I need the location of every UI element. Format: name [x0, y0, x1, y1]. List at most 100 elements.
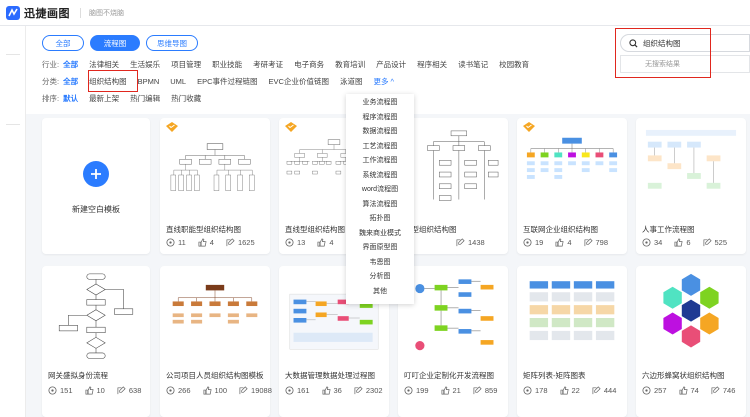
likes-count: 22 — [560, 386, 580, 395]
industry-option[interactable]: 生活娱乐 — [130, 59, 160, 70]
template-card[interactable]: 互联网企业组织结构图 19 4 798 — [517, 118, 627, 254]
category-option[interactable]: UML — [170, 77, 186, 86]
dropdown-item[interactable]: 数据流程图 — [346, 125, 414, 140]
eye-icon — [48, 386, 57, 395]
dropdown-item[interactable]: 其他 — [346, 285, 414, 300]
template-card[interactable]: 六边形蜂窝状组织结构图 257 74 746 — [636, 266, 746, 417]
dropdown-item[interactable]: 分析图 — [346, 270, 414, 285]
flowchart-thumbnail — [645, 129, 737, 189]
views-count: 11 — [166, 238, 186, 247]
edits-count: 746 — [711, 386, 735, 395]
template-title: 叮叮企业定制化开发流程图 — [404, 371, 494, 380]
likes-count: 74 — [679, 386, 699, 395]
likes-value: 4 — [567, 238, 572, 247]
dropdown-item[interactable]: 系统流程图 — [346, 169, 414, 184]
template-thumbnail — [642, 124, 740, 226]
new-template-card[interactable]: 新建空白模板 — [42, 118, 150, 254]
category-option[interactable]: 泳道图 — [340, 76, 363, 87]
dropdown-item[interactable]: 程序流程图 — [346, 111, 414, 126]
edits-count: 19088 — [239, 386, 272, 395]
thumbs-up-icon — [441, 386, 450, 395]
edits-count: 1625 — [226, 238, 255, 247]
chevron-up-icon: ^ — [390, 77, 395, 86]
sort-option[interactable]: 最新上架 — [89, 93, 119, 104]
eye-icon — [166, 238, 175, 247]
category-option[interactable]: EPC事件过程链图 — [197, 76, 257, 87]
likes-count: 4 — [198, 238, 214, 247]
template-stats: 199 21 859 — [404, 386, 509, 395]
likes-count: 10 — [85, 386, 105, 395]
template-card[interactable]: 公司项目人员组织结构图模板 266 100 19088 — [160, 266, 272, 417]
template-title: 网关盛拟身份流程 — [48, 371, 108, 380]
template-title: 六边形蜂窝状组织结构图 — [642, 371, 725, 380]
edit-icon — [592, 386, 601, 395]
eye-icon — [285, 386, 294, 395]
dropdown-item[interactable]: 业务流程图 — [346, 96, 414, 111]
template-card[interactable]: 网关盛拟身份流程 151 10 638 — [42, 266, 150, 417]
edits-value: 444 — [603, 386, 617, 395]
industry-option[interactable]: 程序相关 — [417, 59, 447, 70]
category-option[interactable]: BPMN — [138, 77, 160, 86]
template-stats: 11 4 1625 — [166, 238, 267, 247]
eye-icon — [404, 386, 413, 395]
likes-value: 100 — [214, 386, 228, 395]
dropdown-item[interactable]: 算法流程图 — [346, 198, 414, 213]
dropdown-item[interactable]: 魏来商业模式 — [346, 227, 414, 242]
sort-option[interactable]: 默认 — [63, 93, 78, 104]
industry-option[interactable]: 项目管理 — [171, 59, 201, 70]
edit-icon — [456, 238, 465, 247]
edits-count: 444 — [592, 386, 617, 395]
sort-option[interactable]: 热门收藏 — [171, 93, 201, 104]
template-card[interactable]: 能型组织结构图 1438 — [398, 118, 508, 254]
category-option[interactable]: 全部 — [63, 76, 78, 87]
industry-option[interactable]: 法律相关 — [89, 59, 119, 70]
new-template-label: 新建空白模板 — [72, 205, 120, 214]
industry-option[interactable]: 教育培训 — [335, 59, 365, 70]
sort-option[interactable]: 热门编辑 — [130, 93, 160, 104]
industry-option[interactable]: 电子商务 — [294, 59, 324, 70]
edit-icon — [711, 386, 720, 395]
industry-option[interactable]: 读书笔记 — [458, 59, 488, 70]
category-option[interactable]: EVC企业价值链图 — [269, 76, 329, 87]
edits-value: 2302 — [365, 386, 383, 395]
likes-value: 10 — [96, 386, 105, 395]
tab-flowchart[interactable]: 流程图 — [90, 35, 140, 51]
template-thumbnail — [404, 272, 502, 364]
industry-option[interactable]: 产品设计 — [376, 59, 406, 70]
org-chart-thumbnail — [172, 284, 258, 324]
industry-label: 行业: — [42, 60, 60, 69]
template-stats: 178 22 444 — [523, 386, 628, 395]
dropdown-item[interactable]: 拓扑图 — [346, 212, 414, 227]
likes-count: 4 — [555, 238, 572, 247]
template-card[interactable]: 人事工作流程图 34 6 525 — [636, 118, 746, 254]
tab-mindmap[interactable]: 思维导图 — [146, 35, 198, 51]
template-card[interactable]: 叮叮企业定制化开发流程图 199 21 859 — [398, 266, 508, 417]
likes-count: 4 — [317, 238, 334, 247]
views-value: 199 — [416, 386, 429, 395]
eye-icon — [523, 238, 532, 247]
industry-option[interactable]: 全部 — [63, 59, 78, 70]
industry-option[interactable]: 考研考证 — [253, 59, 283, 70]
dropdown-item[interactable]: 界面原型图 — [346, 241, 414, 256]
dropdown-item[interactable]: 韦恩图 — [346, 256, 414, 271]
edit-icon — [117, 386, 126, 395]
more-label: 更多 — [373, 77, 389, 86]
template-thumbnail — [642, 272, 740, 364]
thumbs-up-icon — [560, 386, 569, 395]
industry-option[interactable]: 校园教育 — [499, 59, 529, 70]
template-card[interactable]: 矩阵列表-矩阵图表 178 22 444 — [517, 266, 627, 417]
template-title: 矩阵列表-矩阵图表 — [523, 371, 586, 380]
vip-crown-icon — [285, 122, 297, 132]
views-count: 178 — [523, 386, 548, 395]
logo[interactable]: 迅捷画图 — [6, 5, 70, 21]
template-card[interactable]: 直线职能型组织结构图 11 4 1625 — [160, 118, 270, 254]
dropdown-item[interactable]: 工艺流程图 — [346, 140, 414, 155]
dropdown-item[interactable]: word流程图 — [346, 183, 414, 198]
views-value: 266 — [178, 386, 191, 395]
category-more[interactable]: 更多 ^ — [373, 76, 394, 87]
template-thumbnail — [48, 272, 144, 364]
tab-all[interactable]: 全部 — [42, 35, 84, 51]
industry-option[interactable]: 职业技能 — [212, 59, 242, 70]
likes-value: 22 — [571, 386, 580, 395]
dropdown-item[interactable]: 工作流程图 — [346, 154, 414, 169]
